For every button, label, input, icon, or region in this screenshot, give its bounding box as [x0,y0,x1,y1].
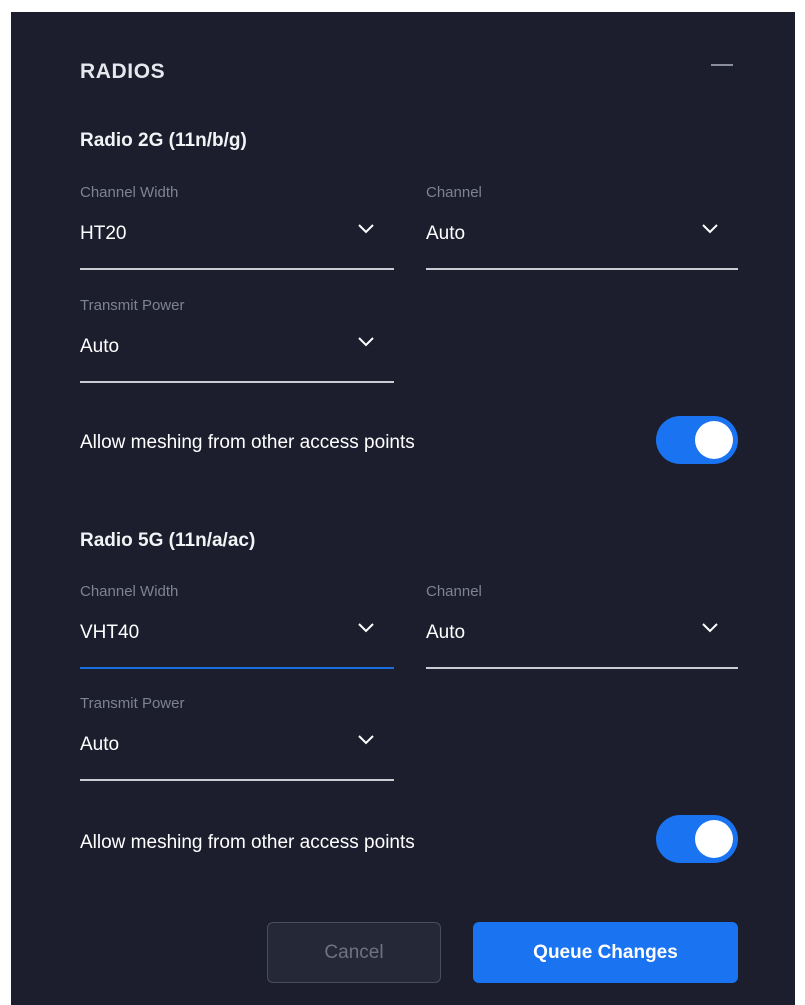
field-label: Channel [426,184,482,201]
field-value: HT20 [80,223,127,244]
section-title: RADIOS [80,60,166,83]
field-value: VHT40 [80,622,140,643]
field-label: Channel Width [80,184,179,201]
field-underline [80,381,394,383]
field-label: Channel [426,583,482,600]
radios-panel: RADIOS Radio 2G (11n/b/g) Channel Width … [11,12,795,1005]
radio-2g-mesh-label: Allow meshing from other access points [80,432,415,453]
chevron-down-icon [358,224,374,234]
queue-changes-button[interactable]: Queue Changes [473,922,738,983]
toggle-knob [695,820,733,858]
chevron-down-icon [358,623,374,633]
field-underline [80,779,394,781]
field-label: Channel Width [80,583,179,600]
radio-5g-mesh-toggle[interactable] [656,815,738,863]
field-label: Transmit Power [80,695,185,712]
radio-5g-mesh-label: Allow meshing from other access points [80,832,415,853]
chevron-down-icon [358,337,374,347]
radio-2g-transmit-power-select[interactable]: Transmit Power Auto [80,297,394,383]
radio-2g-mesh-toggle[interactable] [656,416,738,464]
chevron-down-icon [702,224,718,234]
field-label: Transmit Power [80,297,185,314]
toggle-knob [695,421,733,459]
radio-2g-channel-width-select[interactable]: Channel Width HT20 [80,184,394,270]
field-underline-focused [80,667,394,669]
radio-5g-channel-width-select[interactable]: Channel Width VHT40 [80,583,394,669]
field-value: Auto [80,734,120,755]
field-value: Auto [80,336,120,357]
field-underline [426,667,738,669]
field-value: Auto [426,223,466,244]
field-underline [80,268,394,270]
radio-5g-transmit-power-select[interactable]: Transmit Power Auto [80,695,394,781]
radio-5g-title: Radio 5G (11n/a/ac) [80,530,256,551]
field-underline [426,268,738,270]
collapse-icon[interactable] [711,64,733,66]
chevron-down-icon [702,623,718,633]
radio-2g-channel-select[interactable]: Channel Auto [426,184,738,270]
radio-2g-title: Radio 2G (11n/b/g) [80,130,247,151]
cancel-button[interactable]: Cancel [267,922,441,983]
chevron-down-icon [358,735,374,745]
field-value: Auto [426,622,466,643]
radio-5g-channel-select[interactable]: Channel Auto [426,583,738,669]
